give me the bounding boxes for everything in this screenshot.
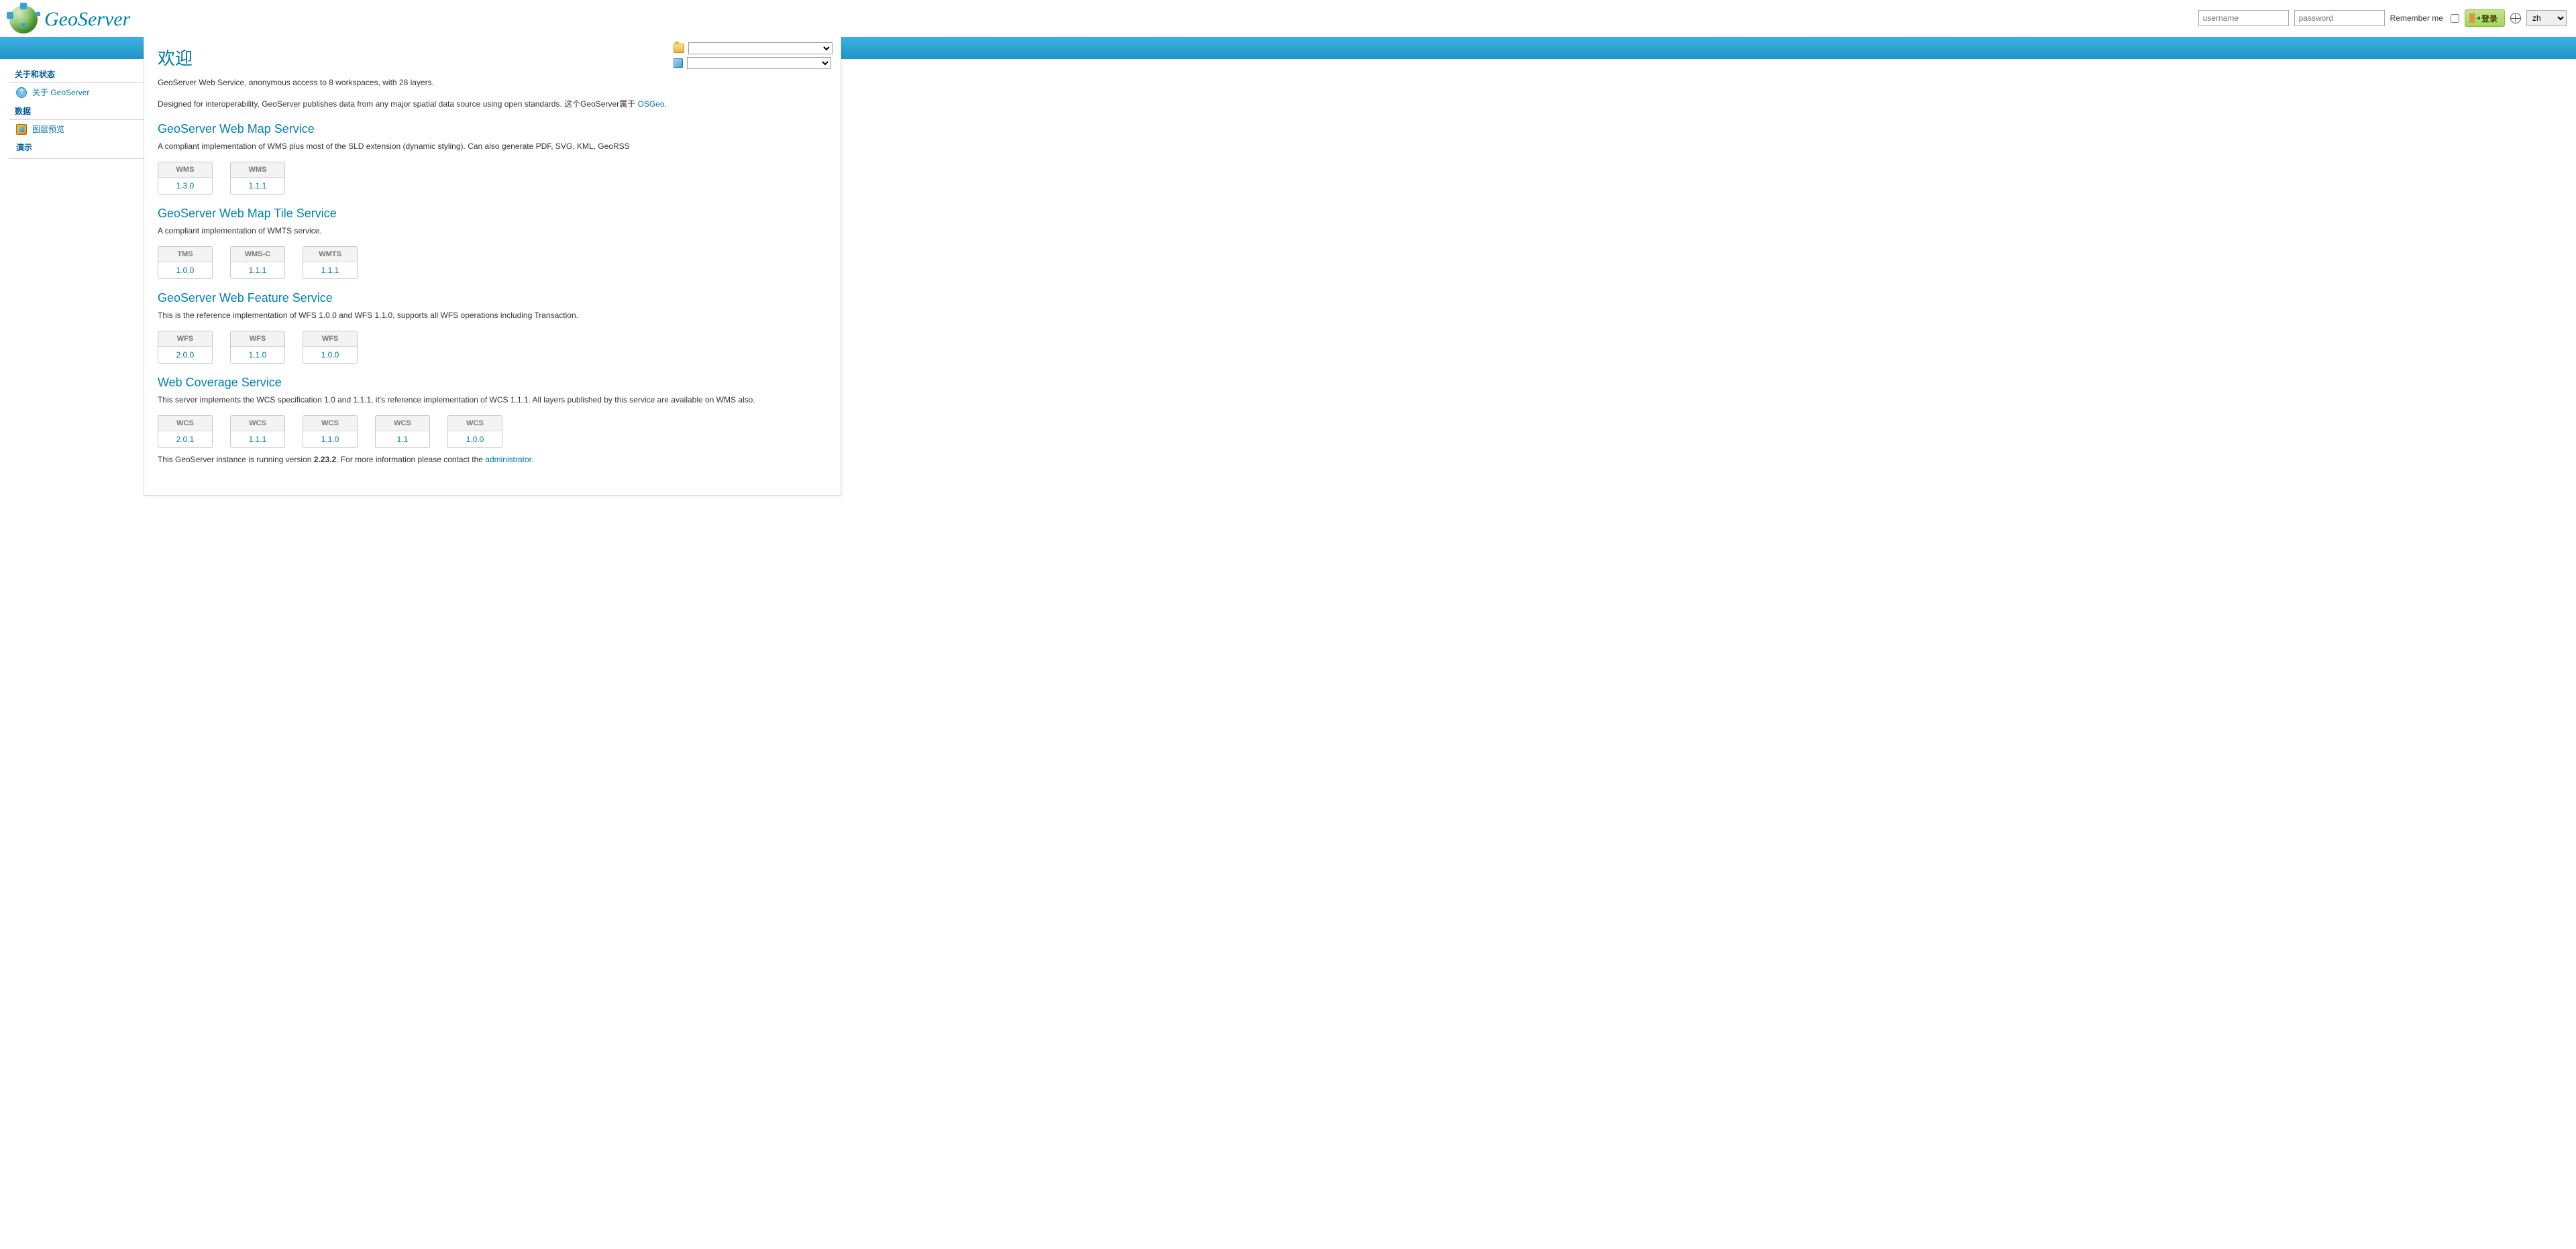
capability-tile[interactable]: WFS2.0.0 [158,331,213,364]
logo[interactable]: GeoServer [9,5,130,34]
main-panel: 欢迎 GeoServer Web Service, anonymous acce… [144,37,841,496]
sidebar-section-data: 数据 [9,101,144,120]
tile-version: 1.1.0 [303,431,357,447]
tile-header: WMTS [303,247,357,262]
version-text: This GeoServer instance is running versi… [158,453,827,466]
sidebar-item-label: 图层预览 [32,123,64,135]
workspace-select[interactable] [688,42,833,54]
sidebar-section-about: 关于和状态 [9,64,144,83]
service-tiles: TMS1.0.0WMS-C1.1.1WMTS1.1.1 [158,246,827,279]
capability-tile[interactable]: WMTS1.1.1 [303,246,358,279]
capability-tile[interactable]: WMS1.3.0 [158,162,213,195]
tile-header: WMS [158,162,212,178]
tile-header: WFS [303,331,357,347]
tile-version: 1.0.0 [158,262,212,278]
service-tiles: WMS1.3.0WMS1.1.1 [158,162,827,195]
sidebar-item-layer-preview[interactable]: 图层预览 [9,120,144,138]
capability-tile[interactable]: WFS1.1.0 [230,331,285,364]
capability-tile[interactable]: WCS1.0.0 [447,415,502,448]
sidebar-section-demo[interactable]: 演示 [9,138,144,159]
tile-header: WCS [158,416,212,431]
capability-tile[interactable]: TMS1.0.0 [158,246,213,279]
tile-version: 2.0.1 [158,431,212,447]
login-door-icon [2469,13,2479,23]
username-input[interactable] [2198,10,2289,26]
capability-tile[interactable]: WMS1.1.1 [230,162,285,195]
tile-header: WCS [231,416,284,431]
tile-header: WMS [231,162,284,178]
service-desc: A compliant implementation of WMTS servi… [158,225,827,237]
layer-select[interactable] [687,57,831,69]
service-title-link[interactable]: Web Coverage Service [158,376,282,389]
tile-header: WMS-C [231,247,284,262]
logo-text: GeoServer [44,8,130,31]
capability-tile[interactable]: WCS1.1 [375,415,430,448]
service-tiles: WFS2.0.0WFS1.1.0WFS1.0.0 [158,331,827,364]
administrator-link[interactable]: administrator [485,455,531,464]
tile-header: WCS [448,416,502,431]
remember-checkbox[interactable] [2451,14,2459,23]
login-bar: Remember me 登录 zh [2198,9,2567,27]
password-input[interactable] [2294,10,2385,26]
osgeo-link[interactable]: OSGeo [637,99,664,109]
service-desc: This server implements the WCS specifica… [158,394,827,406]
about-icon [16,87,27,98]
capability-tile[interactable]: WCS1.1.0 [303,415,358,448]
tile-version: 1.1 [376,431,429,447]
tile-version: 1.1.0 [231,347,284,363]
tile-header: TMS [158,247,212,262]
sidebar-item-about-geoserver[interactable]: 关于 GeoServer [9,83,144,101]
service-title-link[interactable]: GeoServer Web Feature Service [158,291,333,305]
tile-header: WCS [376,416,429,431]
sidebar-item-label: 关于 GeoServer [32,87,89,98]
tile-version: 1.1.1 [231,431,284,447]
layers-icon [16,124,27,135]
tile-version: 1.0.0 [448,431,502,447]
service-desc: A compliant implementation of WMS plus m… [158,140,827,152]
tile-version: 1.3.0 [158,178,212,194]
capability-tile[interactable]: WFS1.0.0 [303,331,358,364]
globe-icon [9,5,38,34]
tile-header: WFS [231,331,284,347]
tile-header: WCS [303,416,357,431]
language-globe-icon [2510,13,2521,23]
sidebar: 关于和状态 关于 GeoServer 数据 图层预览 演示 [9,59,144,496]
tile-version: 1.1.1 [231,178,284,194]
service-title-link[interactable]: GeoServer Web Map Service [158,122,315,135]
tile-header: WFS [158,331,212,347]
tile-version: 1.0.0 [303,347,357,363]
remember-label: Remember me [2390,13,2443,23]
capability-tile[interactable]: WCS2.0.1 [158,415,213,448]
layer-icon [674,58,683,68]
tile-version: 1.1.1 [231,262,284,278]
intro-text: GeoServer Web Service, anonymous access … [158,76,827,89]
interop-text: Designed for interoperability, GeoServer… [158,98,827,110]
login-button-label: 登录 [2481,13,2498,24]
capability-tile[interactable]: WMS-C1.1.1 [230,246,285,279]
service-tiles: WCS2.0.1WCS1.1.1WCS1.1.0WCS1.1WCS1.0.0 [158,415,827,448]
service-title-link[interactable]: GeoServer Web Map Tile Service [158,207,337,220]
tile-version: 1.1.1 [303,262,357,278]
service-desc: This is the reference implementation of … [158,309,827,321]
login-button[interactable]: 登录 [2465,9,2505,27]
capability-tile[interactable]: WCS1.1.1 [230,415,285,448]
tile-version: 2.0.0 [158,347,212,363]
folder-icon [674,44,684,53]
language-select[interactable]: zh [2526,10,2567,26]
